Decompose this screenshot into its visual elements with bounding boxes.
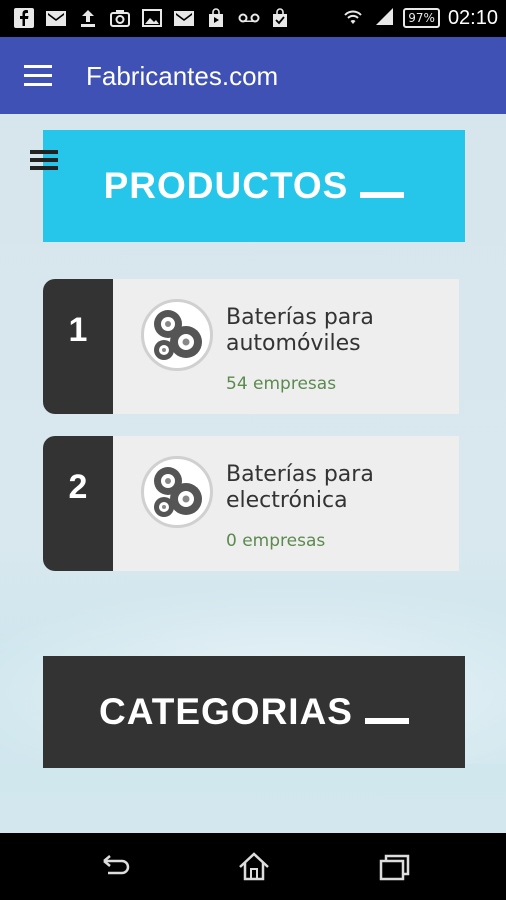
list-menu-icon[interactable] [30,150,58,170]
productos-title: PRODUCTOS [103,165,349,206]
company-count: 0 empresas [226,531,326,551]
product-name: Baterías para automóviles [226,305,374,356]
app-title: Fabricantes.com [86,61,279,91]
gmail-icon [46,8,66,28]
shopping-bag-icon [270,8,290,28]
categorias-header[interactable]: CATEGORIAS [43,656,465,768]
play-store-icon [206,8,226,28]
gears-icon [141,456,213,528]
facebook-icon [14,8,34,28]
image-icon [142,8,162,28]
back-icon[interactable] [94,849,134,885]
voicemail-icon [238,8,260,28]
productos-header[interactable]: PRODUCTOS [43,130,465,242]
product-card[interactable]: Baterías para automóviles 54 empresas [113,279,459,414]
clock: 02:10 [447,6,498,29]
rank-badge: 1 [43,279,113,414]
product-card[interactable]: Baterías para electrónica 0 empresas [113,436,459,571]
rank-badge: 2 [43,436,113,571]
dash-icon [364,718,409,724]
app-bar: Fabricantes.com [0,37,506,114]
product-name: Baterías para electrónica [226,462,374,513]
navigation-menu-icon[interactable] [24,65,52,87]
recent-apps-icon[interactable] [374,849,414,885]
gears-icon [141,299,213,371]
gmail-icon [174,8,194,28]
camera-icon [110,8,130,28]
product-list-item[interactable]: 1 Baterías para automóviles 54 empresas [43,279,459,414]
product-list-item[interactable]: 2 Baterías para electrónica 0 empresas [43,436,459,571]
company-count: 54 empresas [226,374,337,394]
status-bar: 97% 02:10 [0,0,506,37]
upload-icon [78,8,98,28]
system-navigation-bar [0,833,506,900]
wifi-icon [341,6,365,30]
main-content: PRODUCTOS 1 Baterías para automóviles 54… [0,114,506,833]
signal-icon [373,6,395,30]
battery-indicator: 97% [403,8,440,28]
home-icon[interactable] [234,849,274,885]
dash-icon [360,192,405,198]
categorias-title: CATEGORIAS [99,691,353,732]
